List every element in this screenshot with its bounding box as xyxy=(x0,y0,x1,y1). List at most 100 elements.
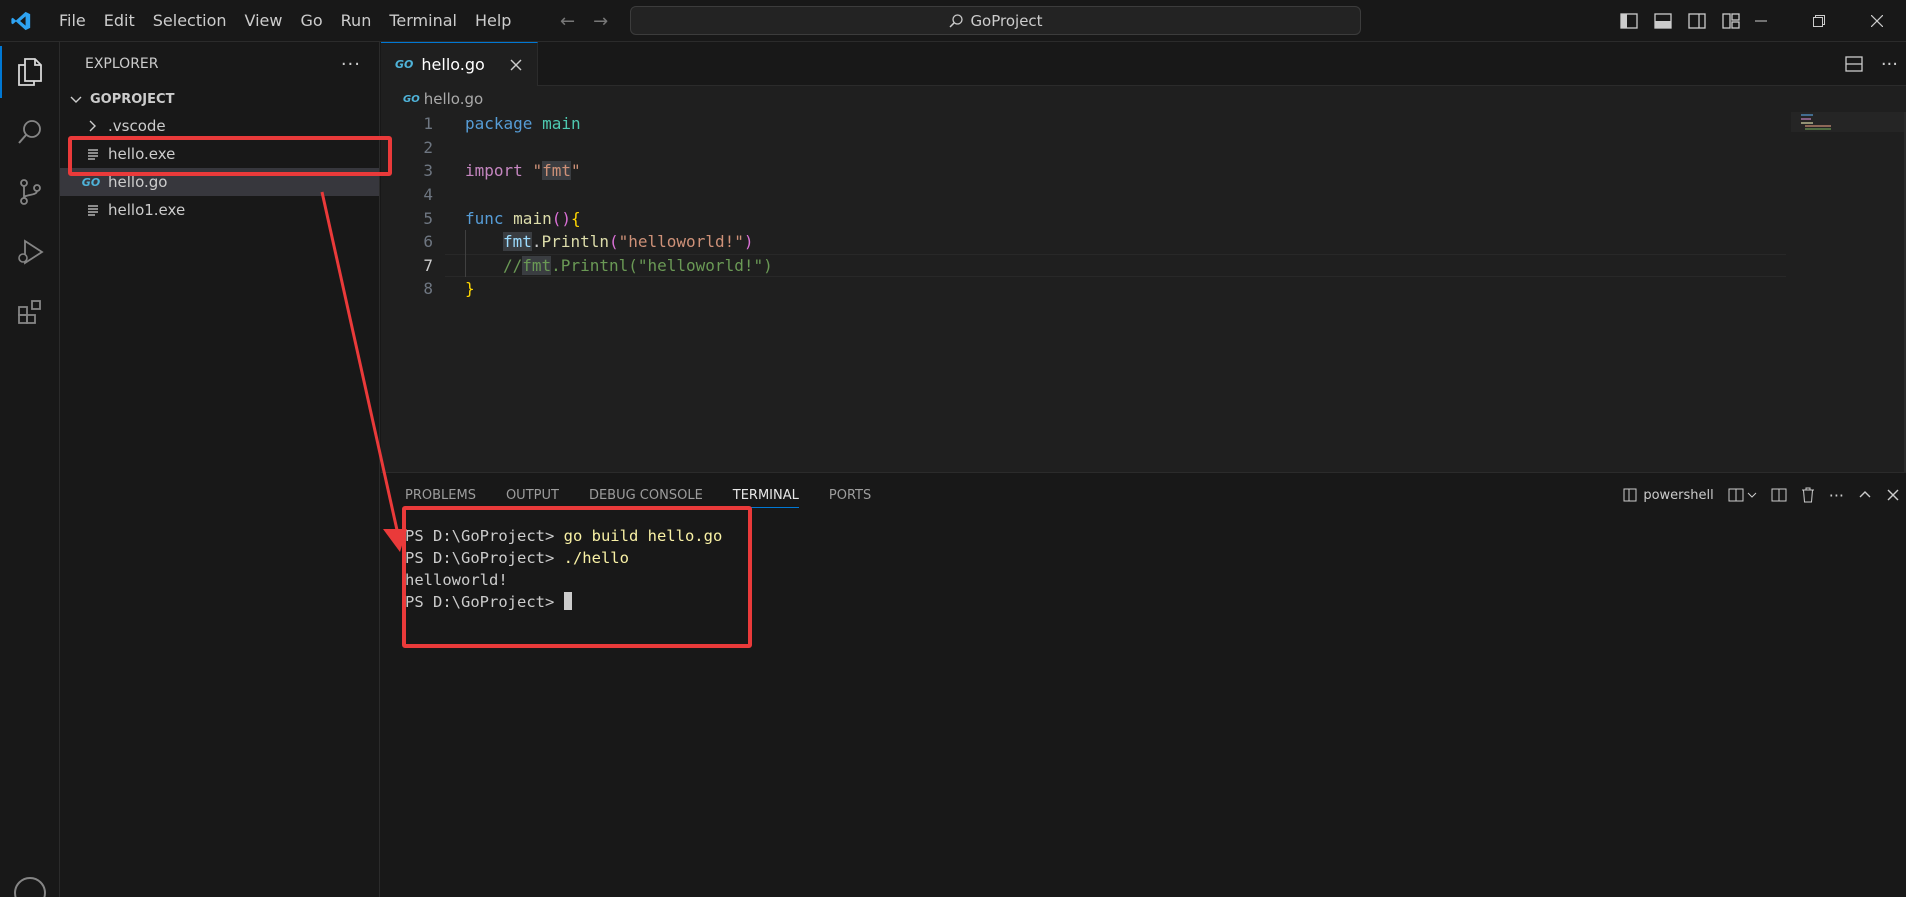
source-control-icon xyxy=(20,179,41,205)
source-control-activity[interactable] xyxy=(0,162,60,222)
tab-output[interactable]: OUTPUT xyxy=(506,488,559,503)
tab-problems[interactable]: PROBLEMS xyxy=(405,488,476,503)
tab-terminal[interactable]: TERMINAL xyxy=(732,488,799,508)
code-line: 6 fmt.Println("helloworld!") xyxy=(381,230,1906,254)
file-lines-icon xyxy=(84,204,102,216)
line-number: 4 xyxy=(423,185,433,205)
annotation-box-terminal xyxy=(402,506,752,648)
toggle-secondary-sidebar-icon[interactable] xyxy=(1688,13,1706,29)
terminal-icon xyxy=(1623,488,1637,502)
code-token: fmt xyxy=(522,255,552,275)
close-panel-icon[interactable] xyxy=(1886,488,1900,502)
go-file-icon: GO xyxy=(81,175,101,189)
go-file-icon: GO xyxy=(395,58,414,71)
code-token: } xyxy=(465,279,475,299)
more-actions-icon[interactable]: ··· xyxy=(341,54,361,75)
toggle-primary-sidebar-icon[interactable] xyxy=(1620,13,1638,29)
menu-file[interactable]: File xyxy=(50,0,95,42)
breadcrumb[interactable]: GO hello.go xyxy=(381,86,1906,112)
terminal-shell-selector[interactable]: powershell xyxy=(1623,488,1714,503)
run-debug-icon xyxy=(18,239,44,265)
activity-bar xyxy=(0,42,60,897)
search-activity[interactable] xyxy=(0,102,60,162)
command-center-search[interactable]: GoProject xyxy=(630,6,1361,35)
code-line: 4 xyxy=(381,183,1906,207)
editor-actions: ··· xyxy=(1845,42,1898,86)
chevron-down-icon xyxy=(1747,492,1757,498)
window-controls xyxy=(1732,0,1906,42)
terminal-actions: powershell ··· xyxy=(1623,473,1900,517)
code-token: fmt xyxy=(542,161,571,181)
tab-label: hello.go xyxy=(421,55,485,74)
code-line: 2 xyxy=(381,136,1906,160)
code-token: .Printnl("helloworld!") xyxy=(551,255,773,275)
code-editor[interactable]: 1 package main 2 3 import "fmt" 4 5 func… xyxy=(381,112,1906,301)
maximize-panel-icon[interactable] xyxy=(1858,488,1872,502)
files-icon xyxy=(18,58,42,86)
code-token: import xyxy=(465,161,523,181)
run-debug-activity[interactable] xyxy=(0,222,60,282)
menu-view[interactable]: View xyxy=(236,0,292,42)
workspace-section[interactable]: GOPROJECT xyxy=(60,86,379,112)
close-icon[interactable] xyxy=(505,54,527,76)
menu-bar: File Edit Selection View Go Run Terminal… xyxy=(50,0,520,42)
restore-icon[interactable] xyxy=(1790,0,1848,42)
code-token: main xyxy=(513,208,552,228)
line-number: 1 xyxy=(423,114,433,134)
toggle-panel-icon[interactable] xyxy=(1654,13,1672,29)
new-terminal-icon[interactable] xyxy=(1728,488,1757,502)
more-actions-icon[interactable]: ··· xyxy=(1881,54,1898,75)
code-token: func xyxy=(465,208,504,228)
chevron-right-icon xyxy=(84,119,102,133)
menu-go[interactable]: Go xyxy=(291,0,331,42)
minimap[interactable] xyxy=(1791,112,1906,172)
tab-hello-go[interactable]: GO hello.go xyxy=(381,42,538,86)
explorer-title: EXPLORER xyxy=(85,56,159,72)
line-number: 7 xyxy=(423,255,433,275)
menu-run[interactable]: Run xyxy=(332,0,381,42)
code-token: main xyxy=(542,114,581,134)
line-number: 5 xyxy=(423,208,433,228)
command-center-text: GoProject xyxy=(970,11,1043,30)
split-editor-icon[interactable] xyxy=(1845,56,1863,72)
more-actions-icon[interactable]: ··· xyxy=(1829,486,1844,505)
tab-ports[interactable]: PORTS xyxy=(829,488,871,503)
editor-tab-bar: GO hello.go ··· xyxy=(381,42,1906,86)
line-number: 6 xyxy=(423,232,433,252)
code-line: 1 package main xyxy=(381,112,1906,136)
workspace-name: GOPROJECT xyxy=(90,91,175,107)
indent-guide xyxy=(465,230,466,277)
code-token: { xyxy=(570,208,581,228)
search-icon xyxy=(949,13,964,28)
forward-arrow-icon[interactable]: → xyxy=(593,11,608,32)
accounts-icon[interactable] xyxy=(14,877,46,897)
code-token: package xyxy=(465,114,533,134)
close-window-icon[interactable] xyxy=(1848,0,1906,42)
back-arrow-icon[interactable]: ← xyxy=(560,11,575,32)
navigation-arrows: ← → xyxy=(560,0,608,42)
code-token: ( xyxy=(608,232,619,252)
vscode-logo-icon xyxy=(0,0,42,42)
tab-debug-console[interactable]: DEBUG CONSOLE xyxy=(589,488,703,503)
extensions-icon xyxy=(18,300,41,324)
menu-selection[interactable]: Selection xyxy=(144,0,236,42)
code-line-current: 7 //fmt.Printnl("helloworld!") xyxy=(381,253,1906,278)
menu-edit[interactable]: Edit xyxy=(95,0,144,42)
explorer-header: EXPLORER ··· xyxy=(60,42,379,86)
split-terminal-icon[interactable] xyxy=(1771,488,1787,502)
extensions-activity[interactable] xyxy=(0,282,60,342)
code-token: () xyxy=(551,208,571,228)
menu-help[interactable]: Help xyxy=(466,0,520,42)
code-token: " xyxy=(532,161,543,181)
code-token: "helloworld!" xyxy=(618,232,744,252)
menu-terminal[interactable]: Terminal xyxy=(380,0,466,42)
explorer-activity[interactable] xyxy=(0,42,60,102)
trash-icon[interactable] xyxy=(1801,487,1815,503)
tree-item-hello1-exe[interactable]: hello1.exe xyxy=(60,196,379,224)
code-token: " xyxy=(570,161,581,181)
minimize-icon[interactable] xyxy=(1732,0,1790,42)
tree-item-label: .vscode xyxy=(108,117,166,135)
title-bar: File Edit Selection View Go Run Terminal… xyxy=(0,0,1906,42)
chevron-down-icon xyxy=(70,96,82,103)
code-line: 8 } xyxy=(381,277,1906,301)
